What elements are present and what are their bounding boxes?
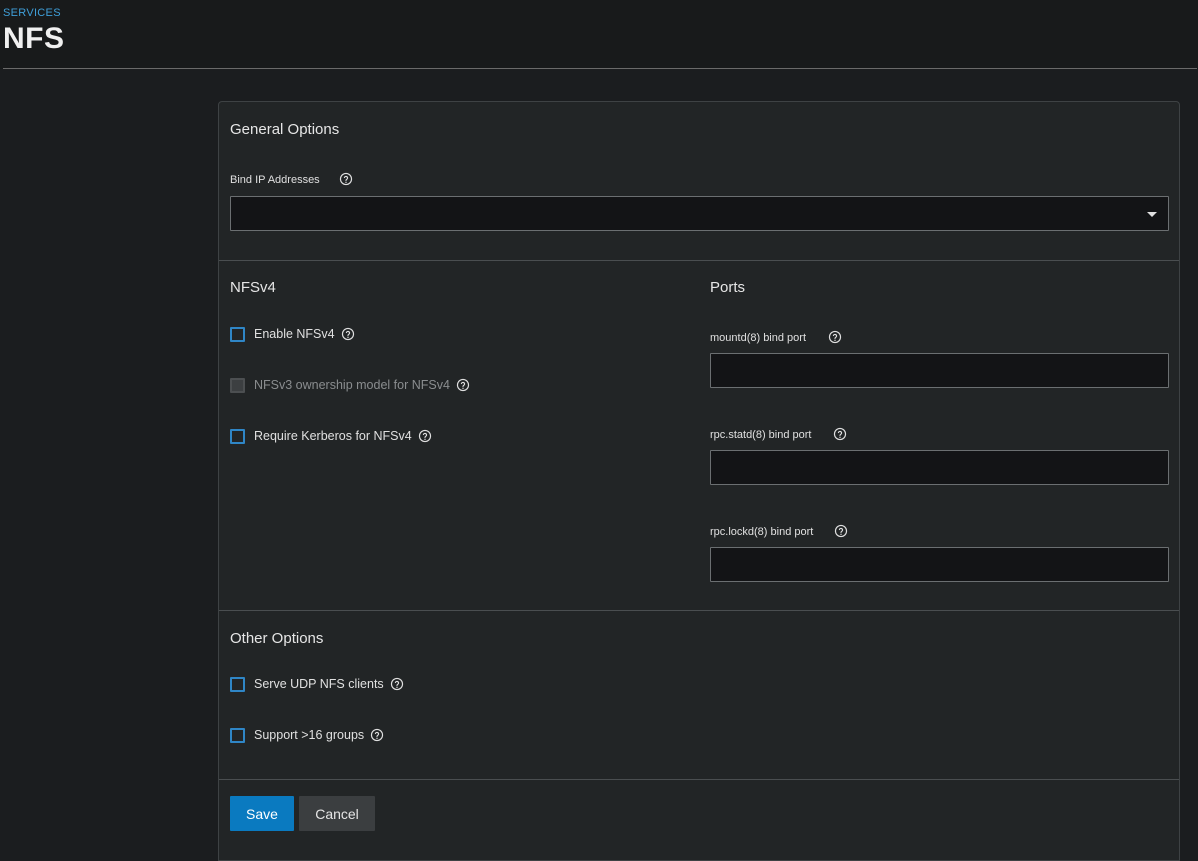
- require-kerberos-checkbox[interactable]: [230, 428, 245, 444]
- nfsv3-ownership-checkbox: [230, 377, 245, 393]
- page-header: SERVICES NFS: [0, 0, 1198, 69]
- chevron-down-icon: [1147, 212, 1157, 217]
- require-kerberos-label: Require Kerberos for NFSv4: [254, 429, 412, 443]
- breadcrumb[interactable]: SERVICES: [3, 7, 61, 19]
- general-options-title: General Options: [230, 121, 340, 138]
- support-16-groups-checkbox[interactable]: [230, 727, 245, 743]
- nfsv4-title: NFSv4: [230, 279, 276, 296]
- help-icon[interactable]: [828, 330, 842, 344]
- nfs-settings-card: General Options Bind IP Addresses NFSv4 …: [218, 101, 1180, 861]
- cancel-button[interactable]: Cancel: [299, 796, 375, 831]
- help-icon[interactable]: [339, 172, 353, 186]
- ports-title: Ports: [710, 279, 746, 296]
- statd-port-input[interactable]: [710, 450, 1169, 485]
- lockd-port-input[interactable]: [710, 547, 1169, 582]
- section-divider: [219, 610, 1179, 611]
- help-icon[interactable]: [418, 429, 432, 443]
- bind-ip-select[interactable]: [230, 196, 1169, 231]
- section-divider: [219, 779, 1179, 780]
- header-divider: [3, 68, 1197, 69]
- serve-udp-label: Serve UDP NFS clients: [254, 677, 384, 691]
- bind-ip-label: Bind IP Addresses: [230, 174, 320, 186]
- other-options-title: Other Options: [230, 630, 324, 647]
- enable-nfsv4-checkbox[interactable]: [230, 326, 245, 342]
- serve-udp-row[interactable]: Serve UDP NFS clients: [230, 675, 404, 693]
- mountd-port-input[interactable]: [710, 353, 1169, 388]
- lockd-port-label: rpc.lockd(8) bind port: [710, 526, 814, 538]
- statd-port-label: rpc.statd(8) bind port: [710, 429, 812, 441]
- nfsv3-ownership-label: NFSv3 ownership model for NFSv4: [254, 378, 450, 392]
- help-icon[interactable]: [833, 427, 847, 441]
- help-icon[interactable]: [341, 327, 355, 341]
- support-16-groups-label: Support >16 groups: [254, 728, 365, 742]
- enable-nfsv4-row[interactable]: Enable NFSv4: [230, 325, 355, 343]
- help-icon[interactable]: [456, 378, 470, 392]
- require-kerberos-row[interactable]: Require Kerberos for NFSv4: [230, 427, 432, 445]
- help-icon[interactable]: [370, 728, 384, 742]
- mountd-port-label: mountd(8) bind port: [710, 332, 806, 344]
- section-divider: [219, 260, 1179, 261]
- help-icon[interactable]: [390, 677, 404, 691]
- page-title: NFS: [3, 22, 65, 55]
- serve-udp-checkbox[interactable]: [230, 676, 245, 692]
- save-button[interactable]: Save: [230, 796, 294, 831]
- nfsv3-ownership-row: NFSv3 ownership model for NFSv4: [230, 376, 470, 394]
- enable-nfsv4-label: Enable NFSv4: [254, 327, 335, 341]
- support-16-groups-row[interactable]: Support >16 groups: [230, 726, 384, 744]
- help-icon[interactable]: [834, 524, 848, 538]
